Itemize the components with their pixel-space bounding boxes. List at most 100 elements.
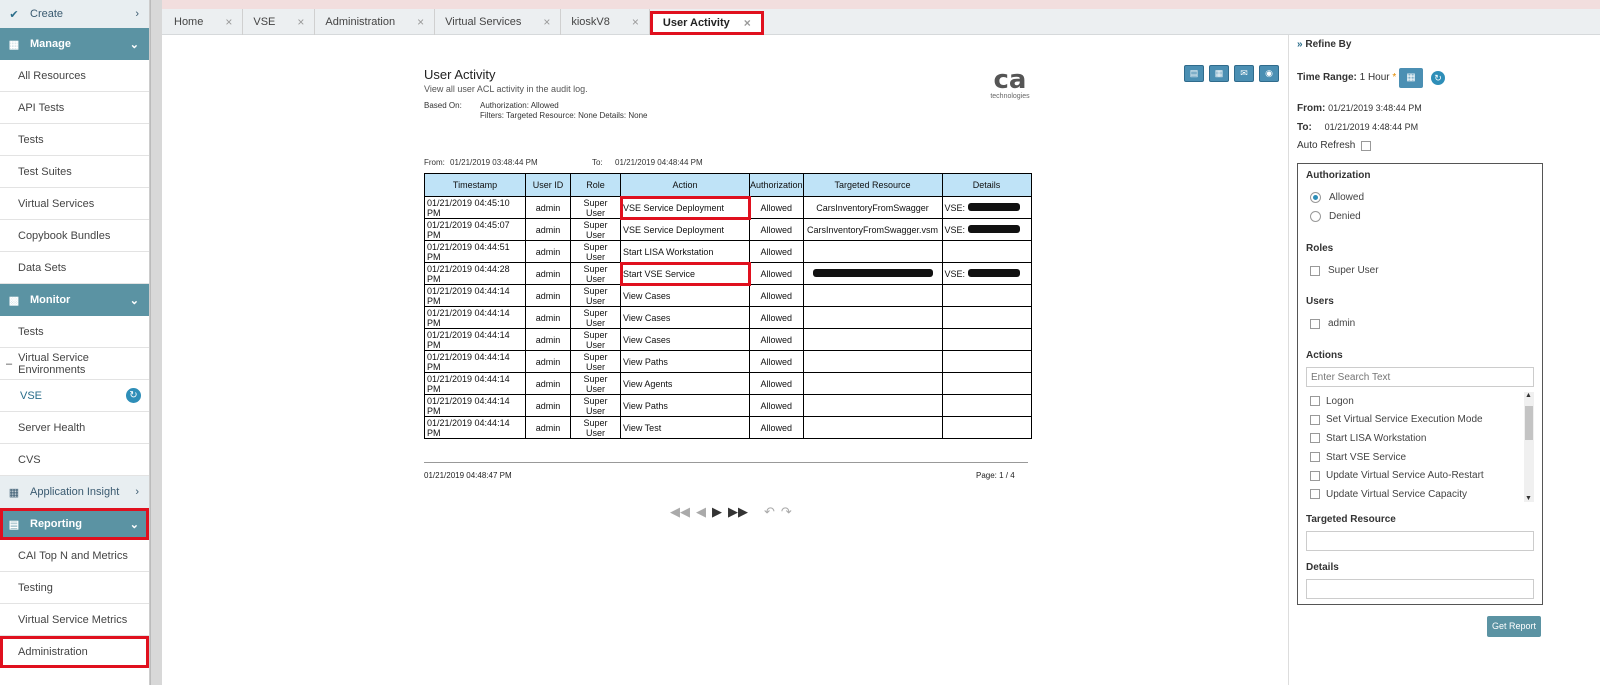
role-super-user-row[interactable]: Super User — [1310, 265, 1379, 276]
table-row[interactable]: 01/21/2019 04:44:51 PM admin Super User Star… — [424, 240, 1032, 263]
scroll-thumb[interactable] — [1525, 406, 1533, 440]
last-page-icon[interactable]: ▶▶ — [728, 504, 748, 520]
action-filter-item[interactable]: Update Virtual Service Auto-Restart — [1306, 466, 1534, 485]
sidebar-item-test-suites[interactable]: Test Suites — [0, 156, 149, 188]
sidebar-section-create[interactable]: ✔ Create › — [0, 0, 149, 28]
auto-refresh-checkbox[interactable] — [1361, 140, 1372, 151]
action-filter-item[interactable]: Set Virtual Service Execution Mode — [1306, 411, 1534, 430]
close-icon[interactable]: × — [297, 15, 304, 29]
table-row[interactable]: 01/21/2019 04:44:14 PM admin Super User View… — [424, 372, 1032, 395]
col-header-authorization[interactable]: Authorization — [749, 173, 804, 197]
prev-page-icon[interactable]: ◀ — [696, 504, 706, 520]
back-icon[interactable]: ↶ — [764, 504, 775, 520]
export-pdf-icon[interactable]: ▤ — [1184, 65, 1204, 82]
refresh-icon[interactable]: ↻ — [1431, 71, 1445, 85]
user-admin-checkbox[interactable] — [1310, 318, 1320, 329]
forward-icon[interactable]: ↷ — [781, 504, 792, 520]
details-input[interactable] — [1306, 579, 1534, 599]
export-excel-icon[interactable]: ▦ — [1209, 65, 1229, 82]
sidebar-scrollbar[interactable] — [150, 0, 162, 685]
actions-search-input[interactable] — [1306, 367, 1534, 387]
sidebar-item-server-health[interactable]: Server Health — [0, 412, 149, 444]
time-range-value[interactable]: 1 Hour — [1360, 72, 1390, 83]
action-checkbox[interactable] — [1310, 414, 1320, 425]
targeted-resource-input[interactable] — [1306, 531, 1534, 551]
table-row[interactable]: 01/21/2019 04:45:07 PM admin Super User VSE … — [424, 218, 1032, 241]
table-row[interactable]: 01/21/2019 04:44:14 PM admin Super User View… — [424, 416, 1032, 439]
user-admin-row[interactable]: admin — [1310, 318, 1355, 329]
action-filter-item[interactable]: Update Virtual Service Capacity — [1306, 485, 1534, 502]
action-filter-item[interactable]: Start LISA Workstation — [1306, 429, 1534, 448]
role-super-user-checkbox[interactable] — [1310, 265, 1320, 276]
timestamp-date: 01/21/2019 04:44:14 — [427, 417, 510, 428]
sidebar-item-testing[interactable]: Testing — [0, 572, 149, 604]
tab-user-activity[interactable]: User Activity × — [649, 11, 764, 35]
tab-home[interactable]: Home × — [164, 9, 244, 35]
sidebar-item-all-resources[interactable]: All Resources — [0, 60, 149, 92]
tab-virtual-services[interactable]: Virtual Services × — [435, 9, 562, 35]
sidebar-item-virtual-services[interactable]: Virtual Services — [0, 188, 149, 220]
col-header-timestamp[interactable]: Timestamp — [424, 173, 526, 197]
globe-icon[interactable]: ◉ — [1259, 65, 1279, 82]
sidebar-item-vs-metrics[interactable]: Virtual Service Metrics — [0, 604, 149, 636]
col-header-details[interactable]: Details — [941, 173, 1032, 197]
sidebar-item-copybook-bundles[interactable]: Copybook Bundles — [0, 220, 149, 252]
table-row[interactable]: 01/21/2019 04:44:14 PM admin Super User View… — [424, 328, 1032, 351]
refine-title[interactable]: » Refine By — [1297, 39, 1351, 50]
action-checkbox[interactable] — [1310, 433, 1320, 444]
col-header-targeted-resource[interactable]: Targeted Resource — [802, 173, 943, 197]
table-row[interactable]: 01/21/2019 04:45:10 PM admin Super User VSE … — [424, 195, 1032, 220]
scroll-up-icon[interactable]: ▲ — [1525, 392, 1532, 399]
action-filter-item[interactable]: Logon — [1306, 392, 1534, 411]
sidebar-section-manage[interactable]: ▦ Manage ⌄ — [0, 28, 149, 60]
close-icon[interactable]: × — [225, 15, 232, 29]
email-icon[interactable]: ✉ — [1234, 65, 1254, 82]
sidebar-section-reporting[interactable]: ▤ Reporting ⌄ — [0, 508, 149, 540]
tab-administration[interactable]: Administration × — [315, 9, 436, 35]
sidebar-item-tests[interactable]: Tests — [0, 124, 149, 156]
refresh-icon[interactable]: ↻ — [126, 388, 141, 403]
radio-denied[interactable] — [1310, 211, 1321, 222]
sidebar-item-cvs[interactable]: CVS — [0, 444, 149, 476]
next-page-icon[interactable]: ▶ — [712, 504, 722, 520]
first-page-icon[interactable]: ◀◀ — [670, 504, 690, 520]
action-checkbox[interactable] — [1310, 489, 1320, 500]
scroll-down-icon[interactable]: ▼ — [1525, 495, 1532, 502]
action-filter-item[interactable]: Start VSE Service — [1306, 448, 1534, 467]
action-checkbox[interactable] — [1310, 396, 1320, 407]
table-row[interactable]: 01/21/2019 04:44:14 PM admin Super User View… — [424, 350, 1032, 373]
action-checkbox[interactable] — [1310, 452, 1320, 463]
close-icon[interactable]: × — [417, 15, 424, 29]
col-header-action[interactable]: Action — [620, 173, 750, 197]
tab-vse[interactable]: VSE × — [243, 9, 316, 35]
sidebar-item-data-sets[interactable]: Data Sets — [0, 252, 149, 284]
to-value: 01/21/2019 04:48:44 PM — [615, 158, 703, 167]
action-checkbox[interactable] — [1310, 470, 1320, 481]
table-row[interactable]: 01/21/2019 04:44:14 PM admin Super User View… — [424, 284, 1032, 307]
user-activity-table: Timestamp User ID Role Action Authorizat… — [424, 173, 1032, 439]
radio-denied-row[interactable]: Denied — [1310, 211, 1361, 222]
sidebar-section-monitor[interactable]: ▩ Monitor ⌄ — [0, 284, 149, 316]
close-icon[interactable]: × — [543, 15, 550, 29]
col-header-role[interactable]: Role — [570, 173, 621, 197]
actions-scrollbar[interactable]: ▲ ▼ — [1524, 392, 1534, 502]
radio-allowed-row[interactable]: Allowed — [1310, 192, 1364, 203]
cell-role: Super User — [570, 350, 621, 373]
tab-kioskv8[interactable]: kioskV8 × — [561, 9, 650, 35]
table-row[interactable]: 01/21/2019 04:44:28 PM admin Super User Star… — [424, 261, 1032, 286]
sidebar-item-cai-top-n[interactable]: CAI Top N and Metrics — [0, 540, 149, 572]
table-row[interactable]: 01/21/2019 04:44:14 PM admin Super User View… — [424, 394, 1032, 417]
sidebar-item-vse[interactable]: VSE ↻ — [0, 380, 149, 412]
sidebar-item-vse-group[interactable]: – Virtual Service Environments — [0, 348, 149, 380]
table-row[interactable]: 01/21/2019 04:44:14 PM admin Super User View… — [424, 306, 1032, 329]
radio-allowed[interactable] — [1310, 192, 1321, 203]
get-report-button[interactable]: Get Report — [1487, 616, 1541, 637]
sidebar-item-administration[interactable]: Administration — [0, 636, 149, 668]
close-icon[interactable]: × — [744, 16, 751, 30]
calendar-icon[interactable]: ▦ — [1399, 68, 1423, 88]
sidebar-section-app-insight[interactable]: ▦ Application Insight › — [0, 476, 149, 508]
close-icon[interactable]: × — [632, 15, 639, 29]
sidebar-item-monitor-tests[interactable]: Tests — [0, 316, 149, 348]
col-header-user-id[interactable]: User ID — [525, 173, 571, 197]
sidebar-item-api-tests[interactable]: API Tests — [0, 92, 149, 124]
